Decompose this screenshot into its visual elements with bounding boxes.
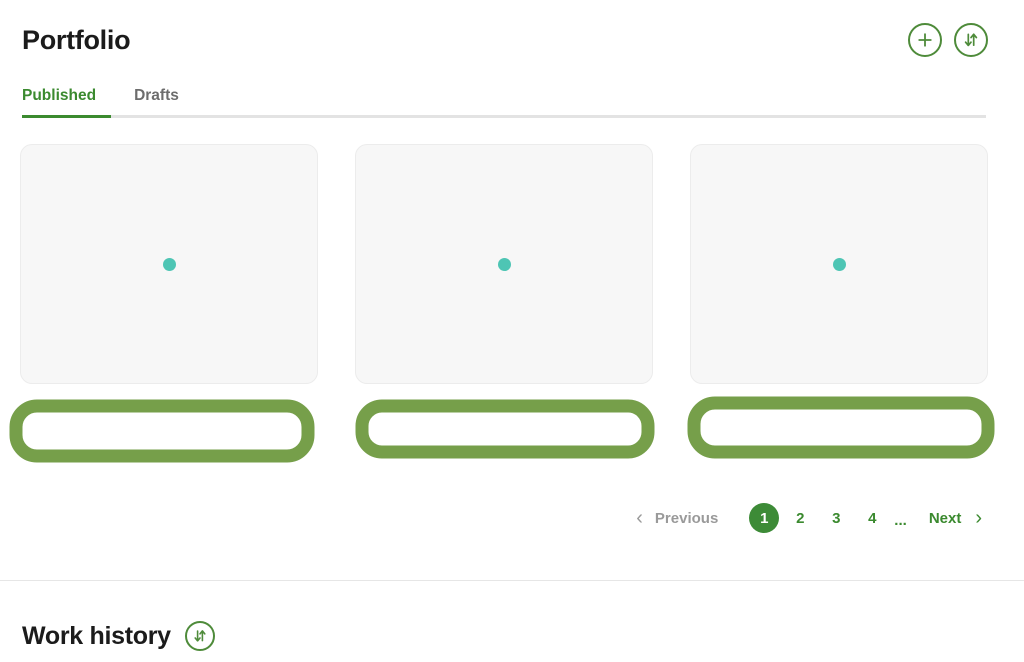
- highlight-box-1: [9, 399, 315, 463]
- work-history-section: Work history: [22, 620, 215, 652]
- previous-arrow-icon[interactable]: ‹: [630, 508, 649, 528]
- portfolio-tabs: Published Drafts: [22, 86, 986, 118]
- previous-page-button[interactable]: Previous: [649, 510, 728, 527]
- add-portfolio-item-button[interactable]: [908, 23, 942, 57]
- page-number-2[interactable]: 2: [785, 503, 815, 533]
- portfolio-header: Portfolio: [22, 18, 988, 62]
- page-number-3[interactable]: 3: [821, 503, 851, 533]
- portfolio-card-grid: [20, 144, 988, 384]
- work-history-title: Work history: [22, 622, 171, 650]
- portfolio-card-1[interactable]: [20, 144, 318, 384]
- plus-icon: [916, 31, 934, 49]
- page-number-list: 1 2 3 4 ...: [746, 503, 911, 533]
- sort-arrows-icon: [962, 31, 980, 49]
- tab-active-indicator: [22, 115, 111, 118]
- pagination: ‹ Previous 1 2 3 4 ... Next ›: [570, 500, 988, 536]
- page-title: Portfolio: [22, 25, 131, 55]
- tabs-divider: [22, 115, 986, 118]
- portfolio-section: Portfolio Published Drafts ‹ Previous 1 …: [0, 0, 1024, 580]
- header-actions: [908, 23, 988, 57]
- teal-dot-icon: [497, 257, 511, 271]
- tab-published[interactable]: Published: [22, 86, 96, 114]
- teal-dot-icon: [162, 257, 176, 271]
- page-ellipsis: ...: [894, 511, 907, 529]
- sort-arrows-icon: [192, 628, 208, 644]
- next-arrow-icon[interactable]: ›: [969, 508, 988, 528]
- page-number-1[interactable]: 1: [749, 503, 780, 533]
- portfolio-card-3[interactable]: [690, 144, 988, 384]
- highlight-annotations: [0, 390, 1024, 470]
- highlight-box-2: [355, 399, 655, 459]
- teal-dot-icon: [832, 257, 846, 271]
- sort-portfolio-button[interactable]: [954, 23, 988, 57]
- sort-work-history-button[interactable]: [184, 621, 215, 651]
- portfolio-card-2[interactable]: [355, 144, 653, 384]
- page-number-4[interactable]: 4: [857, 503, 887, 533]
- next-page-button[interactable]: Next: [911, 510, 970, 527]
- section-divider: [0, 580, 1024, 581]
- tab-drafts[interactable]: Drafts: [134, 86, 179, 114]
- highlight-box-3: [687, 396, 995, 459]
